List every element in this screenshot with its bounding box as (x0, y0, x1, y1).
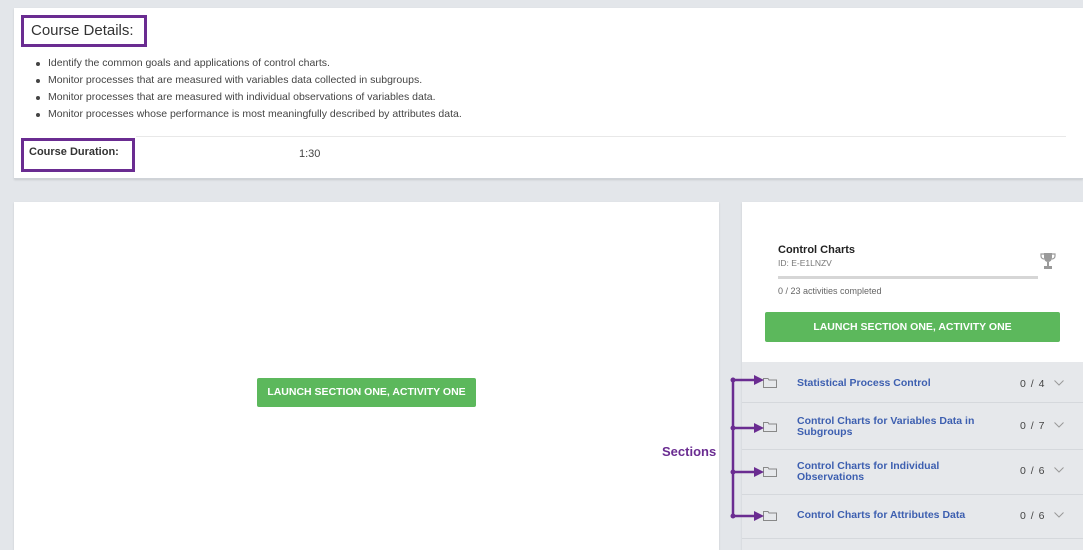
course-name: Control Charts (778, 244, 855, 256)
objective-item: Monitor processes whose performance is m… (36, 106, 462, 123)
section-progress-count: 0 / 6 (1020, 510, 1046, 522)
section-title[interactable]: Statistical Process Control (797, 378, 997, 389)
folder-icon (763, 378, 777, 388)
chevron-down-icon[interactable] (1054, 380, 1064, 386)
section-row[interactable]: Control Charts for Variables Data in Sub… (742, 403, 1083, 450)
annotation-dot (730, 513, 736, 519)
course-details-highlight-box (21, 15, 147, 47)
section-row[interactable]: Control Charts for Individual Observatio… (742, 450, 1083, 495)
trophy-icon (1040, 253, 1056, 269)
annotation-dot (730, 425, 736, 431)
section-title[interactable]: Control Charts for Individual Observatio… (797, 461, 997, 483)
objective-item: Identify the common goals and applicatio… (36, 55, 462, 72)
course-id: ID: E-E1LNZV (778, 258, 832, 268)
activity-viewer-panel (14, 202, 719, 550)
course-duration-highlight-box (21, 138, 135, 172)
section-progress-count: 0 / 6 (1020, 465, 1046, 477)
chevron-down-icon[interactable] (1054, 512, 1064, 518)
course-progress-text: 0 / 23 activities completed (778, 286, 882, 296)
folder-icon (763, 511, 777, 521)
section-row[interactable]: Control Charts for Attributes Data 0 / 6 (742, 495, 1083, 539)
annotation-dot (730, 377, 736, 383)
objective-item: Monitor processes that are measured with… (36, 89, 462, 106)
chevron-down-icon[interactable] (1054, 467, 1064, 473)
launch-section-button[interactable]: LAUNCH SECTION ONE, ACTIVITY ONE (765, 312, 1060, 342)
launch-activity-button[interactable]: LAUNCH SECTION ONE, ACTIVITY ONE (257, 378, 476, 407)
section-progress-count: 0 / 7 (1020, 420, 1046, 432)
chevron-down-icon[interactable] (1054, 422, 1064, 428)
annotation-dot (730, 469, 736, 475)
sections-annotation-label: Sections (662, 444, 717, 459)
section-progress-count: 0 / 4 (1020, 378, 1046, 390)
folder-icon (763, 467, 777, 477)
objective-item: Monitor processes that are measured with… (36, 72, 462, 89)
course-objectives-list: Identify the common goals and applicatio… (36, 55, 462, 123)
course-progress-bar (778, 276, 1038, 279)
section-title[interactable]: Control Charts for Attributes Data (797, 510, 997, 521)
folder-icon (763, 422, 777, 432)
section-row[interactable]: Statistical Process Control 0 / 4 (742, 363, 1083, 403)
section-title[interactable]: Control Charts for Variables Data in Sub… (797, 416, 997, 438)
details-divider (136, 136, 1066, 137)
course-duration-value: 1:30 (299, 148, 321, 160)
